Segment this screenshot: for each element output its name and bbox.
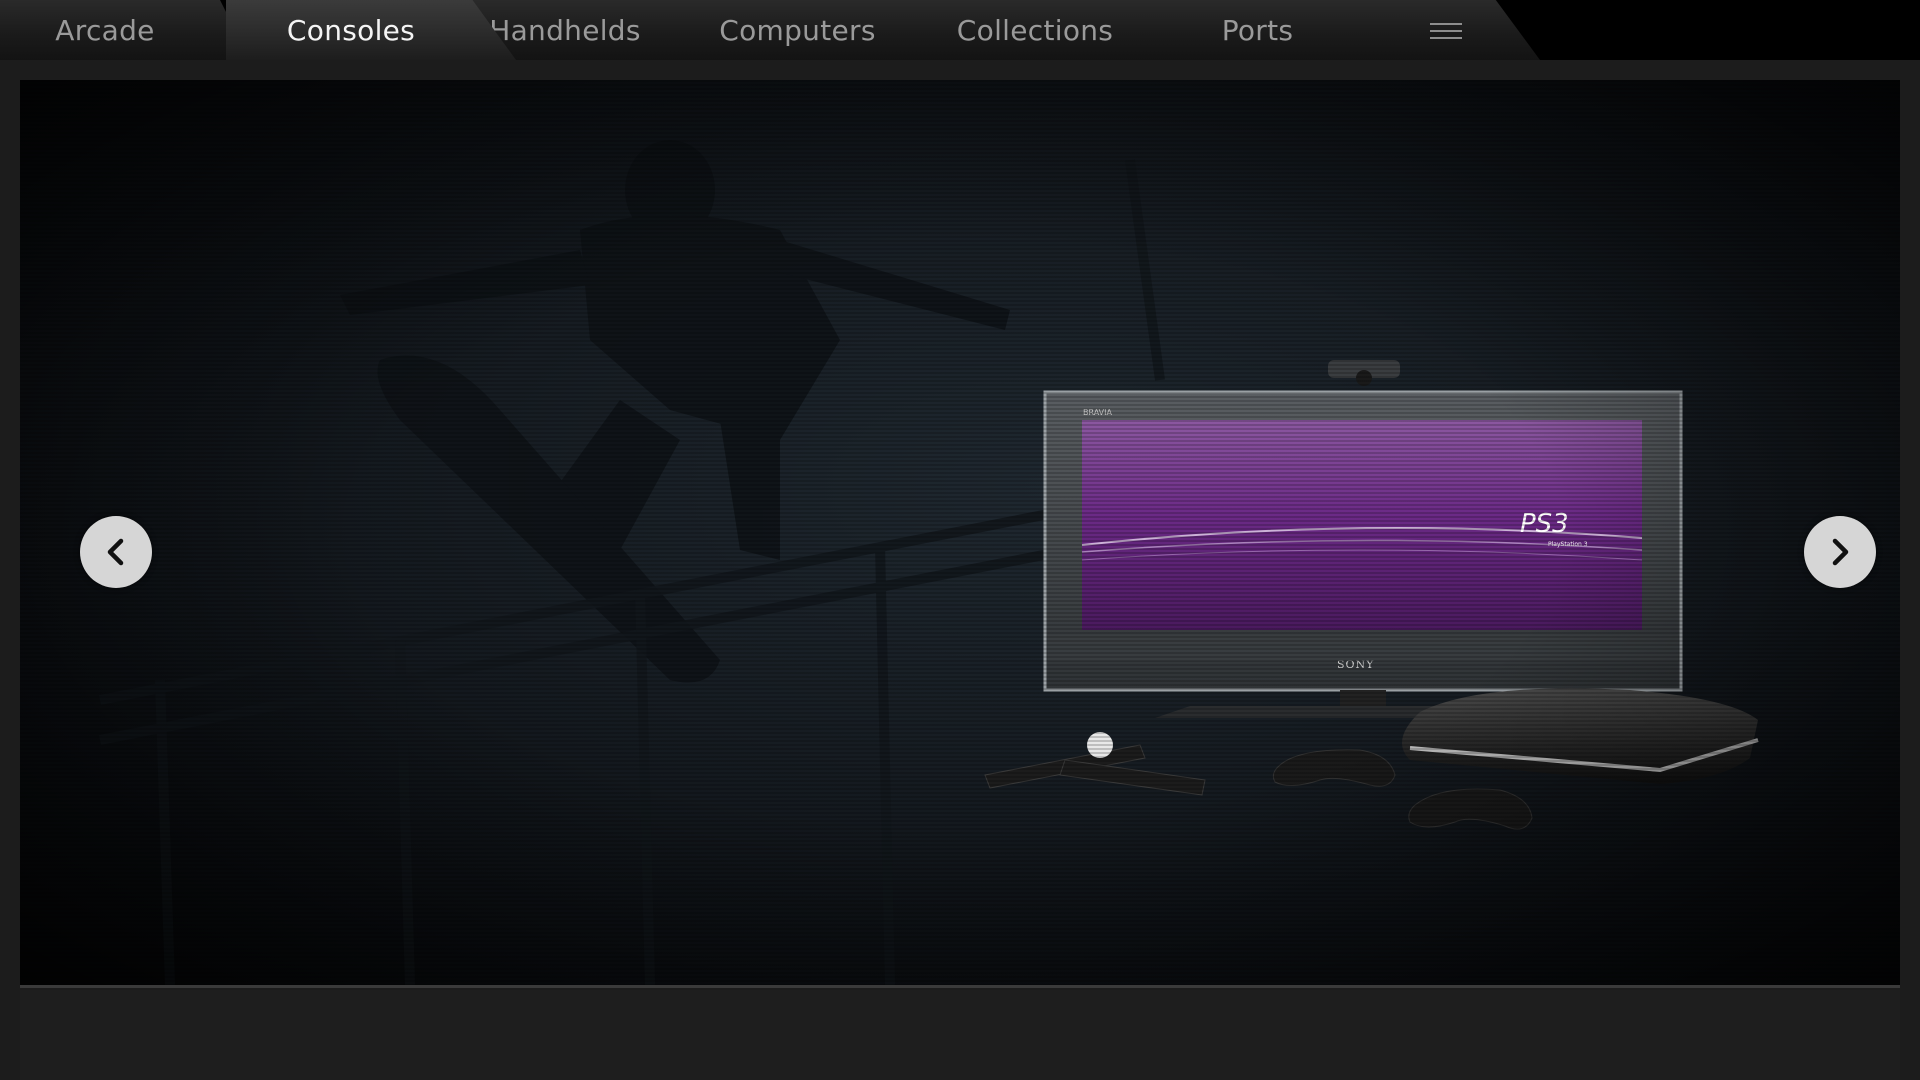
chevron-left-icon [107, 538, 124, 566]
chevron-right-icon [1832, 538, 1849, 566]
previous-system-button[interactable] [80, 516, 152, 588]
main-panel: BRAVIA PS3 PlayStation 3 SONY [0, 60, 1920, 1080]
info-bar [20, 990, 1900, 1080]
tab-consoles[interactable]: Consoles [226, 0, 516, 60]
menu-button[interactable] [1370, 0, 1540, 60]
tv-brand-top: BRAVIA [1083, 408, 1113, 417]
tab-label: Handhelds [489, 13, 641, 47]
next-system-button[interactable] [1804, 516, 1876, 588]
ps3-logo: PS3 [1520, 509, 1569, 539]
tab-label: Computers [719, 13, 876, 47]
app-window: Arcade Handhelds Computers Collections P… [0, 0, 1920, 1080]
system-preview: BRAVIA PS3 PlayStation 3 SONY [20, 80, 1900, 988]
ps3-logo-sub: PlayStation 3 [1548, 541, 1588, 548]
tab-computers[interactable]: Computers [680, 0, 955, 60]
ps3-console [1402, 688, 1758, 784]
console-artwork: BRAVIA PS3 PlayStation 3 SONY [984, 360, 1759, 830]
controller-icon [1408, 788, 1533, 830]
tab-label: Arcade [55, 13, 155, 47]
tab-label: Consoles [286, 13, 416, 47]
hamburger-menu-icon [1430, 23, 1462, 41]
platform-tab-bar: Arcade Handhelds Computers Collections P… [0, 0, 1920, 62]
tab-arcade[interactable]: Arcade [0, 0, 250, 60]
tab-label: Collections [956, 13, 1114, 47]
tab-label: Ports [1221, 13, 1294, 47]
controller-icon [1272, 749, 1396, 787]
